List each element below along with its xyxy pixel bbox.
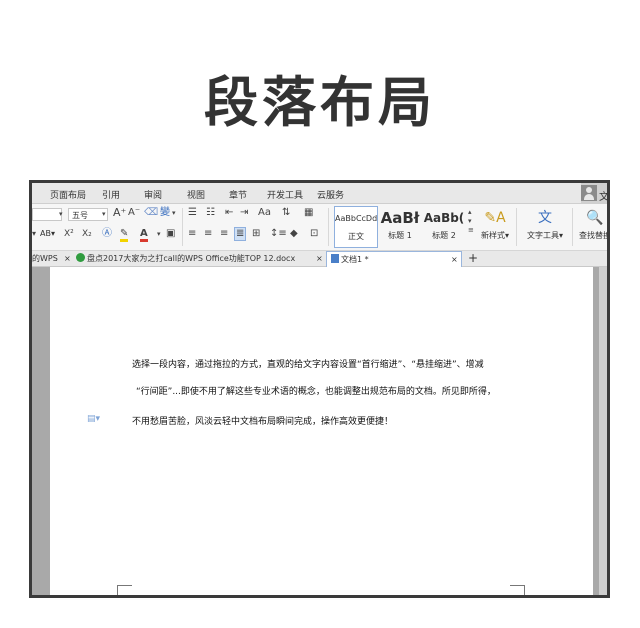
margin-corner-left (117, 585, 132, 595)
document-tab-bar: 的WPS × 盘点2017大家为之打call的WPS Office功能TOP 1… (32, 251, 607, 267)
paragraph-line-3: 不用愁眉苦脸，风淡云轻中文档布局瞬间完成，操作高效更便捷！ (132, 417, 394, 427)
text-effect-icon[interactable]: Ⓐ (102, 228, 112, 240)
shrink-font-button[interactable]: A⁻ (128, 207, 140, 219)
tab-wps-close-icon[interactable]: × (64, 251, 71, 266)
align-left-icon[interactable]: ≡ (188, 228, 196, 240)
style-heading-1-sample: AaBł (380, 209, 420, 227)
tab-wps-label: 的WPS (32, 254, 58, 263)
font-name-field[interactable] (32, 208, 62, 221)
grow-font-button[interactable]: A⁺ (113, 207, 126, 219)
distributed-align-icon[interactable]: ⊞ (252, 228, 260, 240)
font-color-icon[interactable]: A (140, 228, 148, 242)
style-heading-2[interactable]: AaBb( 标题 2 (422, 206, 466, 248)
ribbon-toolbar: ▾ 五号 ▾ A⁺ A⁻ ⌫ 變 ▾ ☰ ☷ ⇤ ⇥ Aa ⇅ ▦ ▾ AB▾ … (32, 204, 607, 251)
account-area[interactable]: 文 (581, 183, 607, 203)
margin-corner-right (510, 585, 525, 595)
scrollbar[interactable] (599, 267, 607, 595)
borders-icon[interactable]: ⊡ (310, 228, 318, 240)
tab-document1[interactable]: 文档1 * × (326, 251, 462, 267)
new-style-button[interactable]: ✎A 新样式▾ (478, 206, 512, 248)
separator (572, 208, 573, 246)
numbered-list-icon[interactable]: ☷ (206, 207, 215, 219)
clear-format-icon[interactable]: ⌫ (144, 207, 158, 219)
tab-document1-label: 文档1 * (341, 255, 369, 264)
separator (516, 208, 517, 246)
superscript-button[interactable]: X² (64, 228, 74, 240)
style-heading-1-name: 标题 1 (388, 231, 412, 240)
new-tab-button[interactable]: + (468, 251, 478, 266)
menu-bar: 页面布局 引用 审阅 视图 章节 开发工具 云服务 文 (32, 183, 607, 204)
menu-developer-tools[interactable]: 开发工具 (267, 188, 303, 201)
change-case-icon[interactable]: Aa (258, 207, 271, 219)
style-normal[interactable]: AaBbCcDd 正文 (334, 206, 378, 248)
headline: 段落布局 (204, 71, 436, 134)
style-normal-name: 正文 (348, 232, 364, 241)
separator (328, 208, 329, 246)
user-avatar-icon[interactable] (581, 185, 597, 201)
separator (182, 208, 183, 246)
tab-document1-close-icon[interactable]: × (451, 252, 458, 267)
find-replace-label: 查找替换 (579, 231, 610, 240)
font-size-value: 五号 (72, 211, 88, 220)
text-tools-button[interactable]: 文 文字工具▾ (522, 206, 568, 248)
font-color-dropdown-icon[interactable]: ▾ (157, 228, 161, 240)
text-tools-label: 文字工具▾ (526, 231, 563, 240)
menu-sections[interactable]: 章节 (229, 188, 247, 201)
highlight-color-icon[interactable]: ✎ (120, 228, 129, 242)
bullet-list-icon[interactable]: ☰ (188, 207, 197, 219)
menu-cloud-service[interactable]: 云服务 (317, 188, 344, 201)
text-tools-icon: 文 (538, 210, 552, 226)
tab-docx-label: 盘点2017大家为之打call的WPS Office功能TOP 12.docx (87, 254, 296, 263)
wps-doc-icon (76, 253, 85, 262)
styles-scroll-icon[interactable]: ▴ ▾ ≡ (468, 208, 474, 235)
style-heading-2-sample: AaBb( (423, 211, 465, 225)
decrease-indent-icon[interactable]: ⇤ (225, 207, 233, 219)
paragraph-line-2: “行间距”...即使不用了解这些专业术语的概念，也能调整出规范布局的文档。所见即… (136, 387, 496, 397)
style-heading-1[interactable]: AaBł 标题 1 (380, 206, 420, 248)
highlight-dropdown-icon[interactable]: ▾ (32, 228, 36, 240)
new-style-icon: ✎A (484, 210, 506, 226)
ab-label: AB (40, 229, 51, 238)
sort-icon[interactable]: ⇅ (282, 207, 290, 219)
style-heading-2-name: 标题 2 (432, 231, 456, 240)
tab-docx-close-icon[interactable]: × (316, 251, 323, 266)
menu-view[interactable]: 视图 (187, 188, 205, 201)
increase-indent-icon[interactable]: ⇥ (240, 207, 248, 219)
paragraph-layout-icon[interactable]: ▤▾ (87, 413, 100, 425)
menu-page-layout[interactable]: 页面布局 (50, 188, 86, 201)
subscript-button[interactable]: X₂ (82, 228, 92, 240)
font-name-dropdown-icon[interactable]: ▾ (59, 208, 63, 220)
character-shading-icon[interactable]: ▣ (166, 228, 175, 240)
find-replace-icon: 🔍 (586, 210, 604, 226)
style-normal-sample: AaBbCcDd (335, 214, 377, 223)
align-justify-icon[interactable]: ≣ (234, 227, 247, 241)
tab-docx[interactable]: 盘点2017大家为之打call的WPS Office功能TOP 12.docx … (76, 251, 326, 266)
user-label: 文 (599, 192, 609, 203)
paragraph-line-1: 选择一段内容，通过拖拉的方式，直观的给文字内容设置“首行缩进”、“悬挂缩进”、增… (132, 360, 484, 370)
table-icon[interactable]: ▦ (304, 207, 313, 219)
find-replace-button[interactable]: 🔍 查找替换 (576, 206, 610, 248)
new-style-label: 新样式▾ (480, 231, 509, 240)
line-spacing-icon[interactable]: ↕≡ (270, 228, 287, 240)
menu-references[interactable]: 引用 (102, 188, 120, 201)
menu-review[interactable]: 审阅 (144, 188, 162, 201)
wps-writer-window: 页面布局 引用 审阅 视图 章节 开发工具 云服务 文 ▾ 五号 ▾ A⁺ A⁻… (29, 180, 610, 598)
pinyin-dropdown-icon[interactable]: ▾ (172, 207, 176, 219)
character-scale-button[interactable]: AB▾ (40, 229, 55, 238)
shading-icon[interactable]: ◆ (290, 228, 298, 240)
align-right-icon[interactable]: ≡ (220, 228, 228, 240)
pinyin-guide-icon[interactable]: 變 (160, 207, 170, 219)
document-page[interactable]: 选择一段内容，通过拖拉的方式，直观的给文字内容设置“首行缩进”、“悬挂缩进”、增… (50, 267, 593, 595)
tab-wps[interactable]: 的WPS × (32, 251, 72, 266)
align-center-icon[interactable]: ≡ (204, 228, 212, 240)
document-icon (331, 254, 339, 263)
document-workspace: 选择一段内容，通过拖拉的方式，直观的给文字内容设置“首行缩进”、“悬挂缩进”、增… (32, 267, 607, 595)
font-size-dropdown-icon[interactable]: ▾ (102, 208, 106, 220)
